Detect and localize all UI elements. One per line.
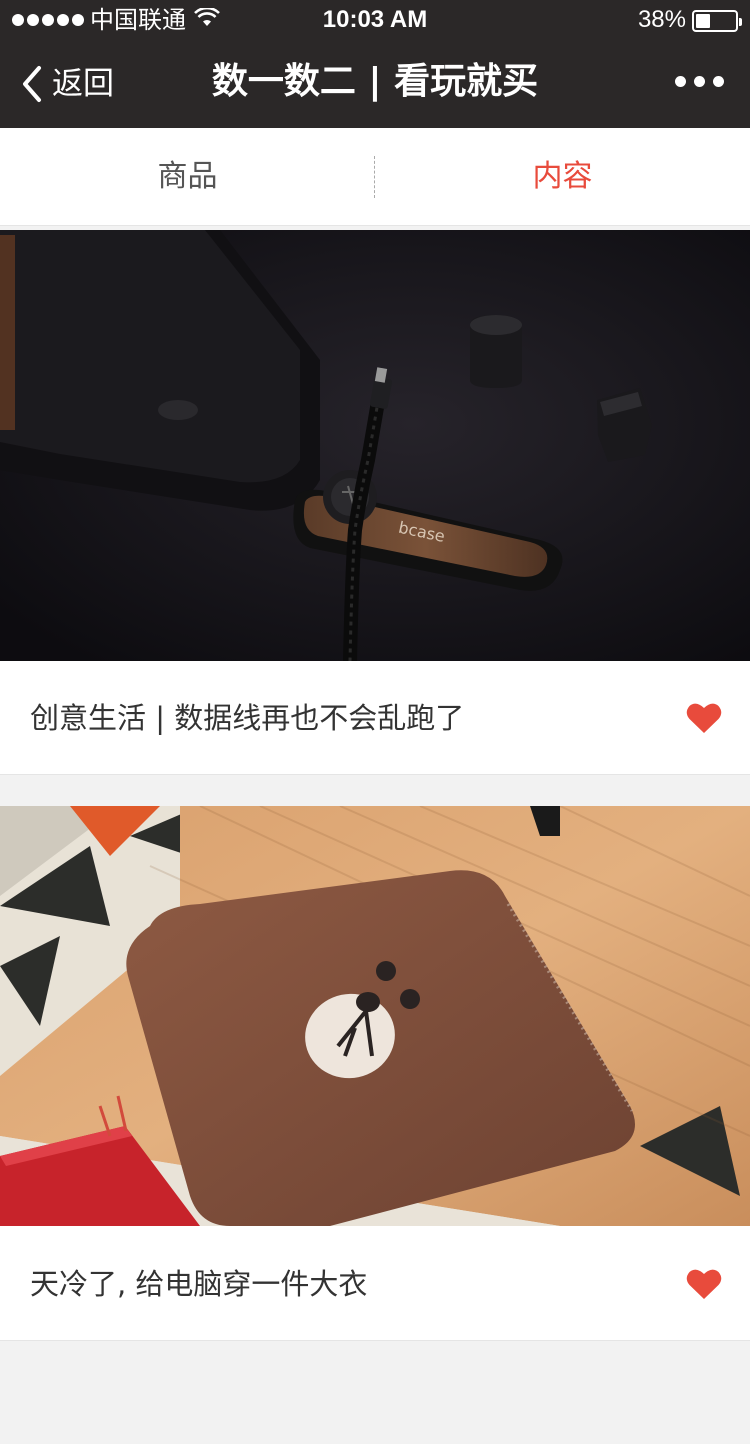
tab-content[interactable]: 内容 [375, 128, 750, 225]
card-title: 天冷了, 给电脑穿一件大衣 [30, 1267, 368, 1301]
status-bar: 中国联通 10:03 AM 38% [0, 0, 750, 40]
content-card[interactable]: 天冷了, 给电脑穿一件大衣 [0, 806, 750, 1341]
content-card[interactable]: bcase 创意生活 | 数据线再也不会乱跑了 [0, 230, 750, 775]
card-image-laptop-sleeve [0, 806, 750, 1226]
top-bar: 中国联通 10:03 AM 38% 返回 数一数二 | 看玩就买 [0, 0, 750, 128]
tab-bar: 商品 内容 [0, 128, 750, 226]
more-dots-icon[interactable] [675, 76, 724, 87]
heart-icon[interactable] [686, 702, 722, 734]
heart-icon[interactable] [686, 1268, 722, 1300]
battery-icon [692, 10, 742, 32]
card-image-cable-organizer: bcase [0, 230, 750, 661]
card-title: 创意生活 | 数据线再也不会乱跑了 [30, 701, 465, 735]
tab-divider [374, 156, 375, 198]
page-title: 数一数二 | 看玩就买 [211, 61, 539, 102]
battery-percentage: 38% [637, 6, 686, 33]
tab-products[interactable]: 商品 [0, 128, 375, 225]
